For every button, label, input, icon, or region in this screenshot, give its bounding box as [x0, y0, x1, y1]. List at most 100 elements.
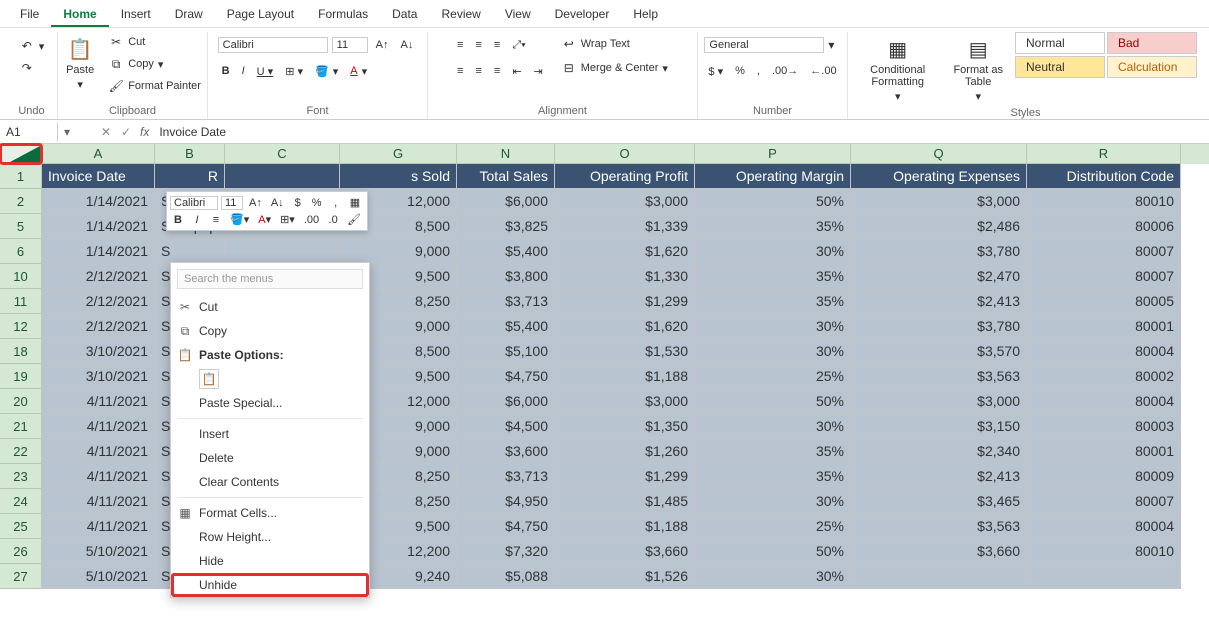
align-middle-button[interactable]: ≡	[471, 37, 485, 53]
cell[interactable]: $5,088	[457, 564, 555, 589]
row-header[interactable]: 2	[0, 189, 42, 214]
cell[interactable]: 1/14/2021	[42, 239, 155, 264]
row-header[interactable]: 19	[0, 364, 42, 389]
cell[interactable]: 1/14/2021	[42, 214, 155, 239]
borders-button[interactable]: ⊞ ▾	[281, 63, 307, 80]
mini-font-color[interactable]: A▾	[255, 212, 274, 227]
row-header[interactable]: 12	[0, 314, 42, 339]
decrease-indent-button[interactable]: ⇤	[508, 63, 525, 80]
ctx-hide[interactable]: Hide	[171, 549, 369, 573]
comma-button[interactable]: ,	[753, 63, 764, 79]
format-painter-button[interactable]: 🖌Format Painter	[104, 76, 205, 96]
style-bad[interactable]: Bad	[1107, 32, 1197, 54]
cell[interactable]: 35%	[695, 214, 851, 239]
ctx-clear-contents[interactable]: Clear Contents	[171, 470, 369, 494]
cell[interactable]: 2/12/2021	[42, 314, 155, 339]
cell[interactable]: $1,339	[555, 214, 695, 239]
mini-font-size[interactable]: 11	[221, 196, 243, 210]
mini-comma[interactable]: ,	[328, 196, 344, 210]
cell[interactable]: 35%	[695, 264, 851, 289]
menu-data[interactable]: Data	[380, 3, 429, 27]
header-cell[interactable]: Distribution Code	[1027, 164, 1181, 189]
cell[interactable]: $3,825	[457, 214, 555, 239]
cell[interactable]: 80009	[1027, 464, 1181, 489]
style-neutral[interactable]: Neutral	[1015, 56, 1105, 78]
cell[interactable]: 4/11/2021	[42, 489, 155, 514]
cell[interactable]: 30%	[695, 564, 851, 589]
mini-borders[interactable]: ⊞▾	[277, 212, 298, 227]
cell[interactable]: $3,600	[457, 439, 555, 464]
cell[interactable]: $2,413	[851, 464, 1027, 489]
number-format-select[interactable]: General	[704, 37, 824, 53]
cell[interactable]: 30%	[695, 314, 851, 339]
row-header[interactable]: 25	[0, 514, 42, 539]
decrease-font-button[interactable]: A↓	[397, 37, 418, 53]
cell[interactable]: $4,750	[457, 364, 555, 389]
mini-inc-decimal[interactable]: .00	[301, 213, 322, 227]
align-left-button[interactable]: ≡	[453, 63, 467, 79]
row-header[interactable]: 22	[0, 439, 42, 464]
ctx-row-height[interactable]: Row Height...	[171, 525, 369, 549]
ctx-copy[interactable]: ⧉Copy	[171, 319, 369, 343]
cell[interactable]: $1,620	[555, 239, 695, 264]
cell[interactable]: $3,000	[851, 189, 1027, 214]
currency-button[interactable]: $ ▾	[704, 63, 727, 80]
row-header[interactable]: 21	[0, 414, 42, 439]
cell[interactable]: 2/12/2021	[42, 264, 155, 289]
cell[interactable]: 4/11/2021	[42, 389, 155, 414]
increase-decimal-button[interactable]: .00→	[768, 63, 802, 79]
select-all-corner[interactable]	[0, 144, 42, 164]
col-header-P[interactable]: P	[695, 144, 851, 164]
cell[interactable]: 3/10/2021	[42, 339, 155, 364]
orientation-button[interactable]: ⤢▾	[508, 37, 529, 54]
mini-increase-font[interactable]: A↑	[246, 196, 265, 210]
col-header-O[interactable]: O	[555, 144, 695, 164]
menu-review[interactable]: Review	[429, 3, 492, 27]
percent-button[interactable]: %	[731, 63, 749, 79]
cell[interactable]: 4/11/2021	[42, 439, 155, 464]
header-cell[interactable]: Invoice Date	[42, 164, 155, 189]
menu-file[interactable]: File	[8, 3, 51, 27]
fx-icon[interactable]: fx	[136, 125, 153, 139]
cancel-formula-button[interactable]: ✕	[96, 125, 116, 139]
redo-button[interactable]: ↷	[15, 58, 39, 78]
cell[interactable]: $1,350	[555, 414, 695, 439]
menu-help[interactable]: Help	[621, 3, 670, 27]
row-header[interactable]: 23	[0, 464, 42, 489]
row-header[interactable]: 1	[0, 164, 42, 189]
cell[interactable]: $3,713	[457, 289, 555, 314]
cell[interactable]: $1,188	[555, 364, 695, 389]
mini-table-icon[interactable]: ▦	[347, 195, 363, 210]
style-normal[interactable]: Normal	[1015, 32, 1105, 54]
enter-formula-button[interactable]: ✓	[116, 125, 136, 139]
cell[interactable]	[225, 239, 340, 264]
cell[interactable]: $1,530	[555, 339, 695, 364]
col-header-B[interactable]: B	[155, 144, 225, 164]
cell[interactable]: 80001	[1027, 439, 1181, 464]
cell[interactable]: $1,526	[555, 564, 695, 589]
menu-pagelayout[interactable]: Page Layout	[215, 3, 306, 27]
cell[interactable]: 9,000	[340, 239, 457, 264]
cell[interactable]: 3/10/2021	[42, 364, 155, 389]
font-size-select[interactable]: 11	[332, 37, 368, 53]
ctx-insert[interactable]: Insert	[171, 422, 369, 446]
mini-font-name[interactable]: Calibri	[170, 196, 218, 210]
align-bottom-button[interactable]: ≡	[490, 37, 504, 53]
cell[interactable]: 30%	[695, 489, 851, 514]
cell[interactable]: 80004	[1027, 389, 1181, 414]
header-cell[interactable]: R	[155, 164, 225, 189]
cell[interactable]: 80003	[1027, 414, 1181, 439]
row-header[interactable]: 5	[0, 214, 42, 239]
mini-dec-decimal[interactable]: .0	[325, 213, 341, 227]
paste-button[interactable]: 📋 Paste▾	[60, 32, 100, 95]
cell[interactable]: 30%	[695, 239, 851, 264]
mini-italic[interactable]: I	[189, 213, 205, 227]
cell[interactable]: 4/11/2021	[42, 464, 155, 489]
font-name-select[interactable]: Calibri	[218, 37, 328, 53]
cell[interactable]: $4,950	[457, 489, 555, 514]
cell[interactable]: 25%	[695, 514, 851, 539]
fill-color-button[interactable]: 🪣▾	[311, 63, 342, 80]
cell[interactable]: $3,563	[851, 364, 1027, 389]
cell[interactable]: $2,413	[851, 289, 1027, 314]
cell[interactable]: 25%	[695, 364, 851, 389]
